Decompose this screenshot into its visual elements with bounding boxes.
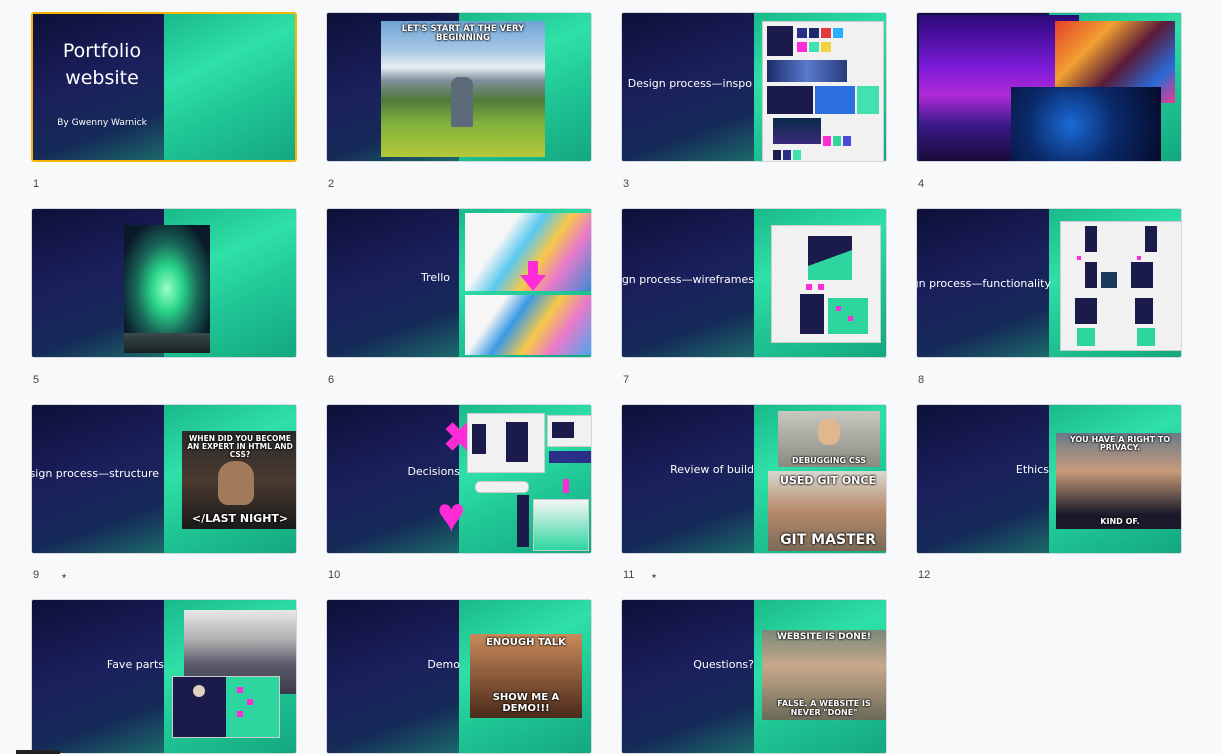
meme-caption-top: ENOUGH TALK <box>486 637 566 648</box>
slide-right-panel <box>164 14 295 160</box>
moodboard-image <box>762 21 884 161</box>
meme-image: ENOUGH TALK SHOW ME A DEMO!!! <box>470 634 582 718</box>
meme-image-debugging: DEBUGGING CSS <box>778 411 880 467</box>
slide-thumbnail-14[interactable]: Demo ENOUGH TALK SHOW ME A DEMO!!! <box>326 599 592 754</box>
slide-number: 10 <box>328 569 341 581</box>
player-bar <box>475 481 529 493</box>
slide-left-panel <box>917 405 1049 553</box>
portfolio-screenshot <box>172 676 280 738</box>
slide-left-panel <box>622 405 754 553</box>
scroll-indicator <box>16 750 60 754</box>
slide-title: Trello <box>421 271 450 284</box>
slide-thumbnail-15[interactable]: Questions? WEBSITE IS DONE! FALSE. A WEB… <box>621 599 887 754</box>
slide-title: Questions? <box>693 658 754 671</box>
slide-title: Design process—wireframes <box>621 273 754 286</box>
meme-caption: LET'S START AT THE VERY BEGINNING <box>401 24 525 43</box>
slide-number: 11 <box>623 569 635 581</box>
slide-thumbnail-6[interactable]: Trello <box>326 208 592 358</box>
digital-lights-image <box>1011 87 1161 161</box>
slide-number: 9 <box>33 569 40 581</box>
meme-image: YOU HAVE A RIGHT TO PRIVACY. KIND OF. <box>1056 433 1181 529</box>
slide-thumbnail-2[interactable]: LET'S START AT THE VERY BEGINNING <box>326 12 592 162</box>
slide-thumbnail-11[interactable]: Review of build DEBUGGING CSS USED GIT O… <box>621 404 887 554</box>
slide-left-panel <box>327 600 459 753</box>
meme-caption-top: USED GIT ONCE <box>780 474 876 487</box>
meme-caption-bottom: FALSE. A WEBSITE IS NEVER "DONE" <box>777 699 871 717</box>
slide-number: 4 <box>918 178 925 190</box>
slide-title: Design process—inspo <box>627 77 752 90</box>
slide-thumbnail-8[interactable]: Design process—functionality <box>916 208 1182 358</box>
link-icon[interactable]: ⋆ <box>60 569 74 583</box>
slide-thumbnail-7[interactable]: Design process—wireframes <box>621 208 887 358</box>
slide-thumbnail-4[interactable] <box>916 12 1182 162</box>
meme-caption-bottom: </LAST NIGHT> <box>191 512 289 526</box>
slide-left-panel <box>32 600 164 753</box>
slide-title: Demo <box>427 658 460 671</box>
trello-screenshot-bottom <box>465 295 591 355</box>
slide-left-panel <box>622 600 754 753</box>
slide-thumbnail-12[interactable]: Ethics YOU HAVE A RIGHT TO PRIVACY. KIND… <box>916 404 1182 554</box>
slide-thumbnail-13[interactable]: Fave parts <box>31 599 297 754</box>
slide-thumbnail-5[interactable] <box>31 208 297 358</box>
link-icon[interactable]: ⋆ <box>650 569 664 583</box>
slide-thumbnail-1[interactable]: Portfolio website By Gwenny Warnick <box>31 12 297 162</box>
meme-caption-bottom: SHOW ME A DEMO!!! <box>492 692 560 714</box>
meme-image: WEBSITE IS DONE! FALSE. A WEBSITE IS NEV… <box>762 630 886 720</box>
slide-number: 12 <box>918 569 931 581</box>
slide-thumbnail-9[interactable]: Design process—structure WHEN DID YOU BE… <box>31 404 297 554</box>
slide-title: Design process—functionality <box>917 277 1051 290</box>
wireframe-image <box>771 225 881 343</box>
slide-number: 3 <box>623 178 630 190</box>
slide-number: 6 <box>328 374 335 386</box>
meme-caption-top: WHEN DID YOU BECOME AN EXPERT IN HTML AN… <box>187 434 293 459</box>
slide-number: 7 <box>623 374 630 386</box>
meme-image-git: USED GIT ONCE GIT MASTER <box>768 471 886 551</box>
slide-title: Review of build <box>670 463 754 476</box>
meme-caption-top: YOU HAVE A RIGHT TO PRIVACY. <box>1069 435 1171 453</box>
meme-caption-bottom: KIND OF. <box>1100 516 1140 526</box>
slide-number: 1 <box>33 178 40 190</box>
meme-caption-bottom: GIT MASTER <box>780 532 876 549</box>
slide-title: Ethics <box>1015 463 1049 476</box>
meme-image: LET'S START AT THE VERY BEGINNING <box>381 21 545 157</box>
slide-subtitle: By Gwenny Warnick <box>57 118 147 128</box>
slide-thumbnail-10[interactable]: Decisions ✖ ♥ <box>326 404 592 554</box>
slide-title: Fave parts <box>106 658 164 671</box>
slide-number: 2 <box>328 178 335 190</box>
slide-title: Design process—structure <box>32 467 159 480</box>
decision-screenshot-b <box>547 415 591 447</box>
functionality-diagram <box>1060 221 1181 351</box>
meme-image: WHEN DID YOU BECOME AN EXPERT IN HTML AN… <box>182 431 296 529</box>
aurora-image <box>124 225 210 353</box>
slide-title: Decisions <box>407 465 460 478</box>
arrow-down-icon <box>520 275 546 291</box>
slide-number: 5 <box>33 374 40 386</box>
heart-icon: ♥ <box>437 489 466 542</box>
slide-thumbnail-3[interactable]: Design process—inspo <box>621 12 887 162</box>
slide-title: Portfolio website <box>62 40 142 89</box>
slide-number: 8 <box>918 374 925 386</box>
decision-screenshot-a <box>467 413 545 473</box>
meme-caption: DEBUGGING CSS <box>791 455 867 465</box>
meme-caption-top: WEBSITE IS DONE! <box>776 632 872 642</box>
